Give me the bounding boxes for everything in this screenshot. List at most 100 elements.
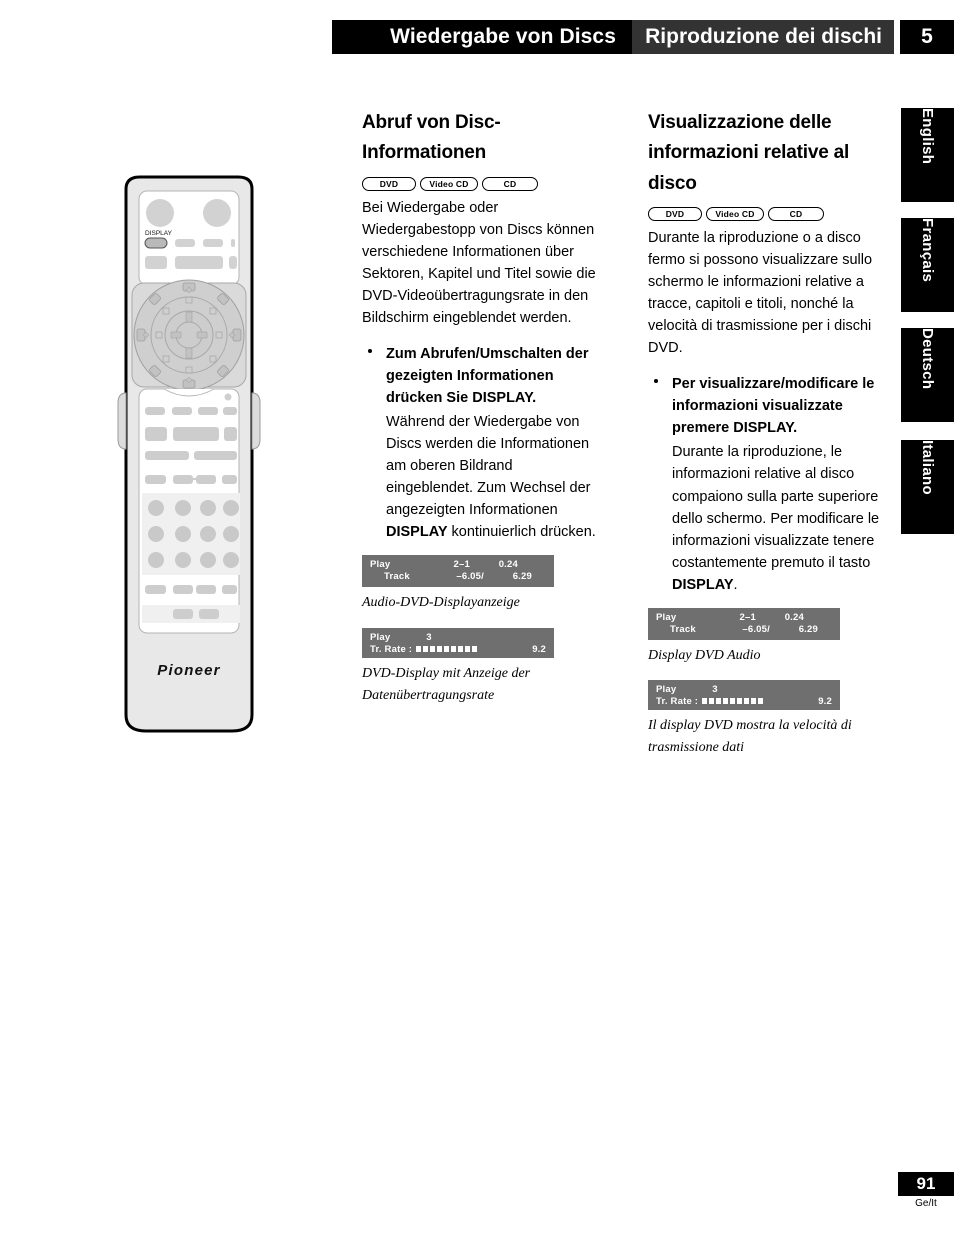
osd-rate-block bbox=[437, 645, 442, 652]
italian-bullet-body-after: . bbox=[733, 576, 738, 593]
badge-cd: CD bbox=[482, 176, 538, 191]
italian-intro-paragraph: Durante la riproduzione o a disco fermo … bbox=[648, 230, 873, 357]
italian-disc-badges: DVD Video CD CD bbox=[648, 207, 894, 222]
german-bullet-body-before: Während der Wiedergabe von Discs werden … bbox=[386, 414, 591, 519]
german-bullet-item: Zum Abrufen/Umschalten der gezeigten Inf… bbox=[362, 343, 596, 543]
osd-rate-block bbox=[430, 645, 435, 652]
osd-rate-block bbox=[751, 698, 756, 705]
osd-rate-block bbox=[716, 698, 721, 705]
osd-rate-block bbox=[465, 645, 470, 652]
remote-display-label: DISPLAY bbox=[145, 230, 173, 237]
language-tab-italiano[interactable]: Italiano bbox=[901, 440, 954, 534]
italian-bullet-heading: Per visualizzare/modificare le informazi… bbox=[672, 376, 875, 437]
osd-rate-block bbox=[444, 645, 449, 652]
remote-control-illustration: DISPLAY Pioneer bbox=[104, 175, 274, 740]
osd-status-label: Play bbox=[656, 611, 677, 623]
osd-rate-block bbox=[702, 698, 707, 705]
language-tab-francais[interactable]: Français bbox=[901, 218, 954, 312]
osd-rate-block bbox=[423, 645, 428, 652]
osd-rate-block bbox=[723, 698, 728, 705]
badge-cd: CD bbox=[768, 207, 824, 222]
german-caption-2: DVD-Display mit Anzeige der Datenübertra… bbox=[362, 665, 531, 703]
osd-col2-top: 0.24 bbox=[784, 611, 804, 623]
osd-rate-block bbox=[730, 698, 735, 705]
pioneer-logo: Pioneer bbox=[157, 662, 220, 679]
german-bullet-body-bold: DISPLAY bbox=[386, 524, 448, 541]
osd-row-top: Play 2–1 0.24 bbox=[370, 559, 546, 571]
language-tab-english[interactable]: English bbox=[901, 108, 954, 202]
osd-rate-block bbox=[472, 645, 477, 652]
language-tab-deutsch[interactable]: Deutsch bbox=[901, 328, 954, 422]
osd-panel-audio-italian: Play 2–1 0.24 Track –6.05/ 6.29 bbox=[648, 607, 840, 640]
bullet-dot-icon bbox=[654, 379, 658, 384]
german-bullet-body: Während der Wiedergabe von Discs werden … bbox=[386, 411, 596, 543]
german-bullet-body-after: kontinuierlich drücken. bbox=[447, 524, 596, 541]
osd-rate-block bbox=[758, 698, 763, 705]
osd-status-label: Play bbox=[370, 559, 391, 571]
italian-bullet-body-before: Durante la riproduzione, le informazioni… bbox=[672, 444, 880, 571]
osd-row-top: Play 2–1 0.24 bbox=[656, 612, 832, 624]
osd-rate-title-number: 3 bbox=[426, 631, 432, 643]
badge-video-cd: Video CD bbox=[706, 207, 764, 222]
osd-rate-block bbox=[451, 645, 456, 652]
osd-panel-rate-german: Play 3 Tr. Rate : 9.2 bbox=[362, 627, 554, 658]
osd-rate-label: Tr. Rate : bbox=[656, 696, 699, 708]
osd-rate-row-top: Play 3 bbox=[656, 684, 832, 696]
italian-bullet-body: Durante la riproduzione, le informazioni… bbox=[672, 441, 894, 595]
page-language-code: Ge/It bbox=[915, 1198, 937, 1209]
osd-track-label: Track bbox=[384, 571, 410, 583]
badge-video-cd: Video CD bbox=[420, 176, 478, 191]
header-title-italian: Riproduzione dei dischi bbox=[632, 20, 894, 54]
german-intro-paragraph: Bei Wiedergabe oder Wiedergabestopp von … bbox=[362, 199, 596, 326]
osd-rate-row-bottom: Tr. Rate : 9.2 bbox=[370, 644, 546, 656]
badge-dvd: DVD bbox=[648, 207, 702, 222]
german-column: Abruf von Disc-Informationen DVD Video C… bbox=[362, 108, 596, 720]
osd-row-bottom: Track –6.05/ 6.29 bbox=[656, 624, 832, 636]
language-tab-italiano-label: Italiano bbox=[919, 440, 936, 495]
osd-rate-row-bottom: Tr. Rate : 9.2 bbox=[656, 696, 832, 708]
italian-column: Visualizzazione delle informazioni relat… bbox=[648, 108, 894, 773]
osd-col2-bottom: 6.29 bbox=[512, 571, 532, 583]
osd-track-label: Track bbox=[670, 623, 696, 635]
osd-rate-block bbox=[744, 698, 749, 705]
header-chapter-number: 5 bbox=[900, 20, 954, 54]
osd-col1-top: 2–1 bbox=[453, 559, 470, 571]
german-section-title: Abruf von Disc-Informationen bbox=[362, 112, 501, 164]
osd-rate-block bbox=[458, 645, 463, 652]
osd-rate-status: Play bbox=[370, 631, 391, 643]
german-caption-1: Audio-DVD-Displayanzeige bbox=[362, 595, 520, 611]
badge-dvd: DVD bbox=[362, 176, 416, 191]
osd-rate-row-top: Play 3 bbox=[370, 632, 546, 644]
osd-row-bottom: Track –6.05/ 6.29 bbox=[370, 571, 546, 583]
language-tab-english-label: English bbox=[919, 108, 936, 165]
page-footer: 91 Ge/It bbox=[898, 1172, 954, 1209]
italian-bullet-item: Per visualizzare/modificare le informazi… bbox=[648, 373, 894, 595]
page-header: Wiedergabe von Discs Riproduzione dei di… bbox=[0, 20, 954, 54]
page-number: 91 bbox=[898, 1172, 954, 1196]
osd-rate-block bbox=[737, 698, 742, 705]
osd-rate-value: 9.2 bbox=[532, 643, 546, 655]
header-title-german: Wiedergabe von Discs bbox=[332, 20, 632, 54]
osd-rate-block bbox=[709, 698, 714, 705]
italian-section-title: Visualizzazione delle informazioni relat… bbox=[648, 112, 850, 194]
osd-rate-status: Play bbox=[656, 684, 677, 696]
italian-caption-2: Il display DVD mostra la velocità di tra… bbox=[648, 718, 852, 756]
language-tab-francais-label: Français bbox=[919, 218, 936, 283]
osd-col2-top: 0.24 bbox=[498, 559, 518, 571]
osd-rate-label: Tr. Rate : bbox=[370, 643, 413, 655]
osd-panel-rate-italian: Play 3 Tr. Rate : 9.2 bbox=[648, 680, 840, 711]
osd-rate-bargraph bbox=[416, 645, 532, 652]
italian-bullet-body-bold: DISPLAY bbox=[672, 576, 734, 593]
osd-rate-bargraph bbox=[702, 698, 818, 705]
language-tab-deutsch-label: Deutsch bbox=[919, 328, 936, 390]
osd-col2-bottom: 6.29 bbox=[798, 623, 818, 635]
osd-rate-title-number: 3 bbox=[712, 684, 718, 696]
osd-col1-bottom: –6.05/ bbox=[456, 571, 484, 583]
osd-rate-value: 9.2 bbox=[818, 696, 832, 708]
osd-col1-bottom: –6.05/ bbox=[742, 623, 770, 635]
italian-caption-1: Display DVD Audio bbox=[648, 647, 761, 663]
osd-col1-top: 2–1 bbox=[739, 611, 756, 623]
osd-rate-block bbox=[416, 645, 421, 652]
bullet-dot-icon bbox=[368, 348, 372, 353]
german-bullet-heading: Zum Abrufen/Umschalten der gezeigten Inf… bbox=[386, 345, 589, 407]
